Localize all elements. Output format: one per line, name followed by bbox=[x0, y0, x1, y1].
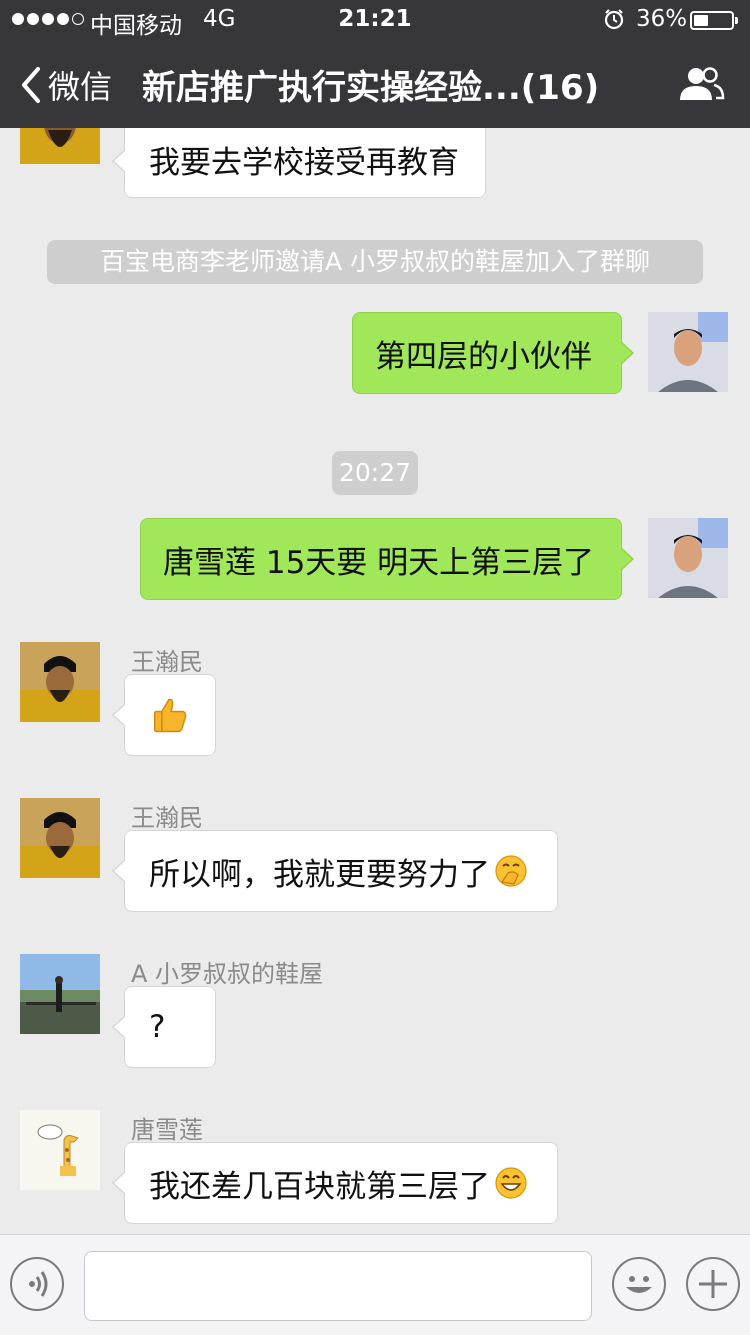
avatar-self[interactable] bbox=[648, 518, 728, 598]
message-input[interactable] bbox=[84, 1251, 592, 1321]
avatar-self[interactable] bbox=[648, 312, 728, 392]
chat-area[interactable]: 我要去学校接受再教育 百宝电商李老师邀请A 小罗叔叔的鞋屋加入了群聊 第四层的小… bbox=[0, 0, 750, 1234]
nav-bar: 微信 新店推广执行实操经验...(16) bbox=[0, 40, 750, 128]
back-chevron-icon bbox=[22, 67, 40, 103]
message-bubble[interactable]: 所以啊，我就更要努力了 bbox=[112, 830, 558, 912]
hand-over-mouth-emoji bbox=[495, 855, 527, 887]
message-text: ? bbox=[149, 1009, 166, 1045]
input-bar bbox=[0, 1234, 750, 1335]
system-notice: 百宝电商李老师邀请A 小罗叔叔的鞋屋加入了群聊 bbox=[47, 240, 703, 284]
avatar-shoe-shop[interactable] bbox=[20, 954, 100, 1034]
thumbs-up-emoji bbox=[153, 698, 187, 733]
voice-button[interactable] bbox=[10, 1257, 64, 1311]
message-text: 我要去学校接受再教育 bbox=[149, 144, 459, 181]
avatar-emperor[interactable] bbox=[20, 798, 100, 878]
message-bubble[interactable]: 我还差几百块就第三层了 bbox=[112, 1142, 558, 1224]
message-bubble[interactable]: 第四层的小伙伴 bbox=[352, 312, 634, 394]
avatar-giraffe[interactable] bbox=[20, 1110, 100, 1190]
timestamp: 20:27 bbox=[332, 451, 418, 495]
grin-emoji bbox=[495, 1167, 527, 1199]
sender-name: 王瀚民 bbox=[131, 804, 203, 832]
emoji-icon bbox=[626, 1276, 652, 1293]
message-bubble[interactable]: 唐雪莲 15天要 明天上第三层了 bbox=[140, 518, 634, 600]
message-text: 唐雪莲 15天要 明天上第三层了 bbox=[163, 544, 595, 581]
emoji-button[interactable] bbox=[612, 1257, 666, 1311]
sender-name: 唐雪莲 bbox=[131, 1116, 203, 1144]
message-bubble[interactable]: 我要去学校接受再教育 bbox=[112, 120, 486, 198]
battery-percent: 36% bbox=[636, 6, 688, 32]
back-label: 微信 bbox=[48, 68, 113, 106]
sender-name: 王瀚民 bbox=[131, 648, 203, 676]
back-button[interactable]: 微信 bbox=[18, 62, 112, 108]
sender-name: A 小罗叔叔的鞋屋 bbox=[131, 960, 324, 988]
message-text: 第四层的小伙伴 bbox=[375, 338, 592, 375]
status-bar: 中国移动 4G 21:21 36% bbox=[0, 0, 750, 40]
message-text: 我还差几百块就第三层了 bbox=[149, 1168, 490, 1205]
plus-icon bbox=[699, 1270, 727, 1298]
message-bubble[interactable] bbox=[112, 674, 216, 756]
group-members-icon[interactable] bbox=[677, 66, 725, 106]
avatar-emperor[interactable] bbox=[20, 642, 100, 722]
more-button[interactable] bbox=[686, 1257, 740, 1311]
message-bubble[interactable]: ? bbox=[112, 986, 216, 1068]
chat-title: 新店推广执行实操经验...(16) bbox=[142, 68, 600, 108]
voice-icon bbox=[29, 1271, 48, 1297]
battery-icon bbox=[690, 11, 738, 30]
message-text: 所以啊，我就更要努力了 bbox=[149, 856, 490, 893]
top-bar: 中国移动 4G 21:21 36% 微信 新店推广执行实操经验...(16) bbox=[0, 0, 750, 128]
alarm-icon bbox=[603, 8, 625, 36]
